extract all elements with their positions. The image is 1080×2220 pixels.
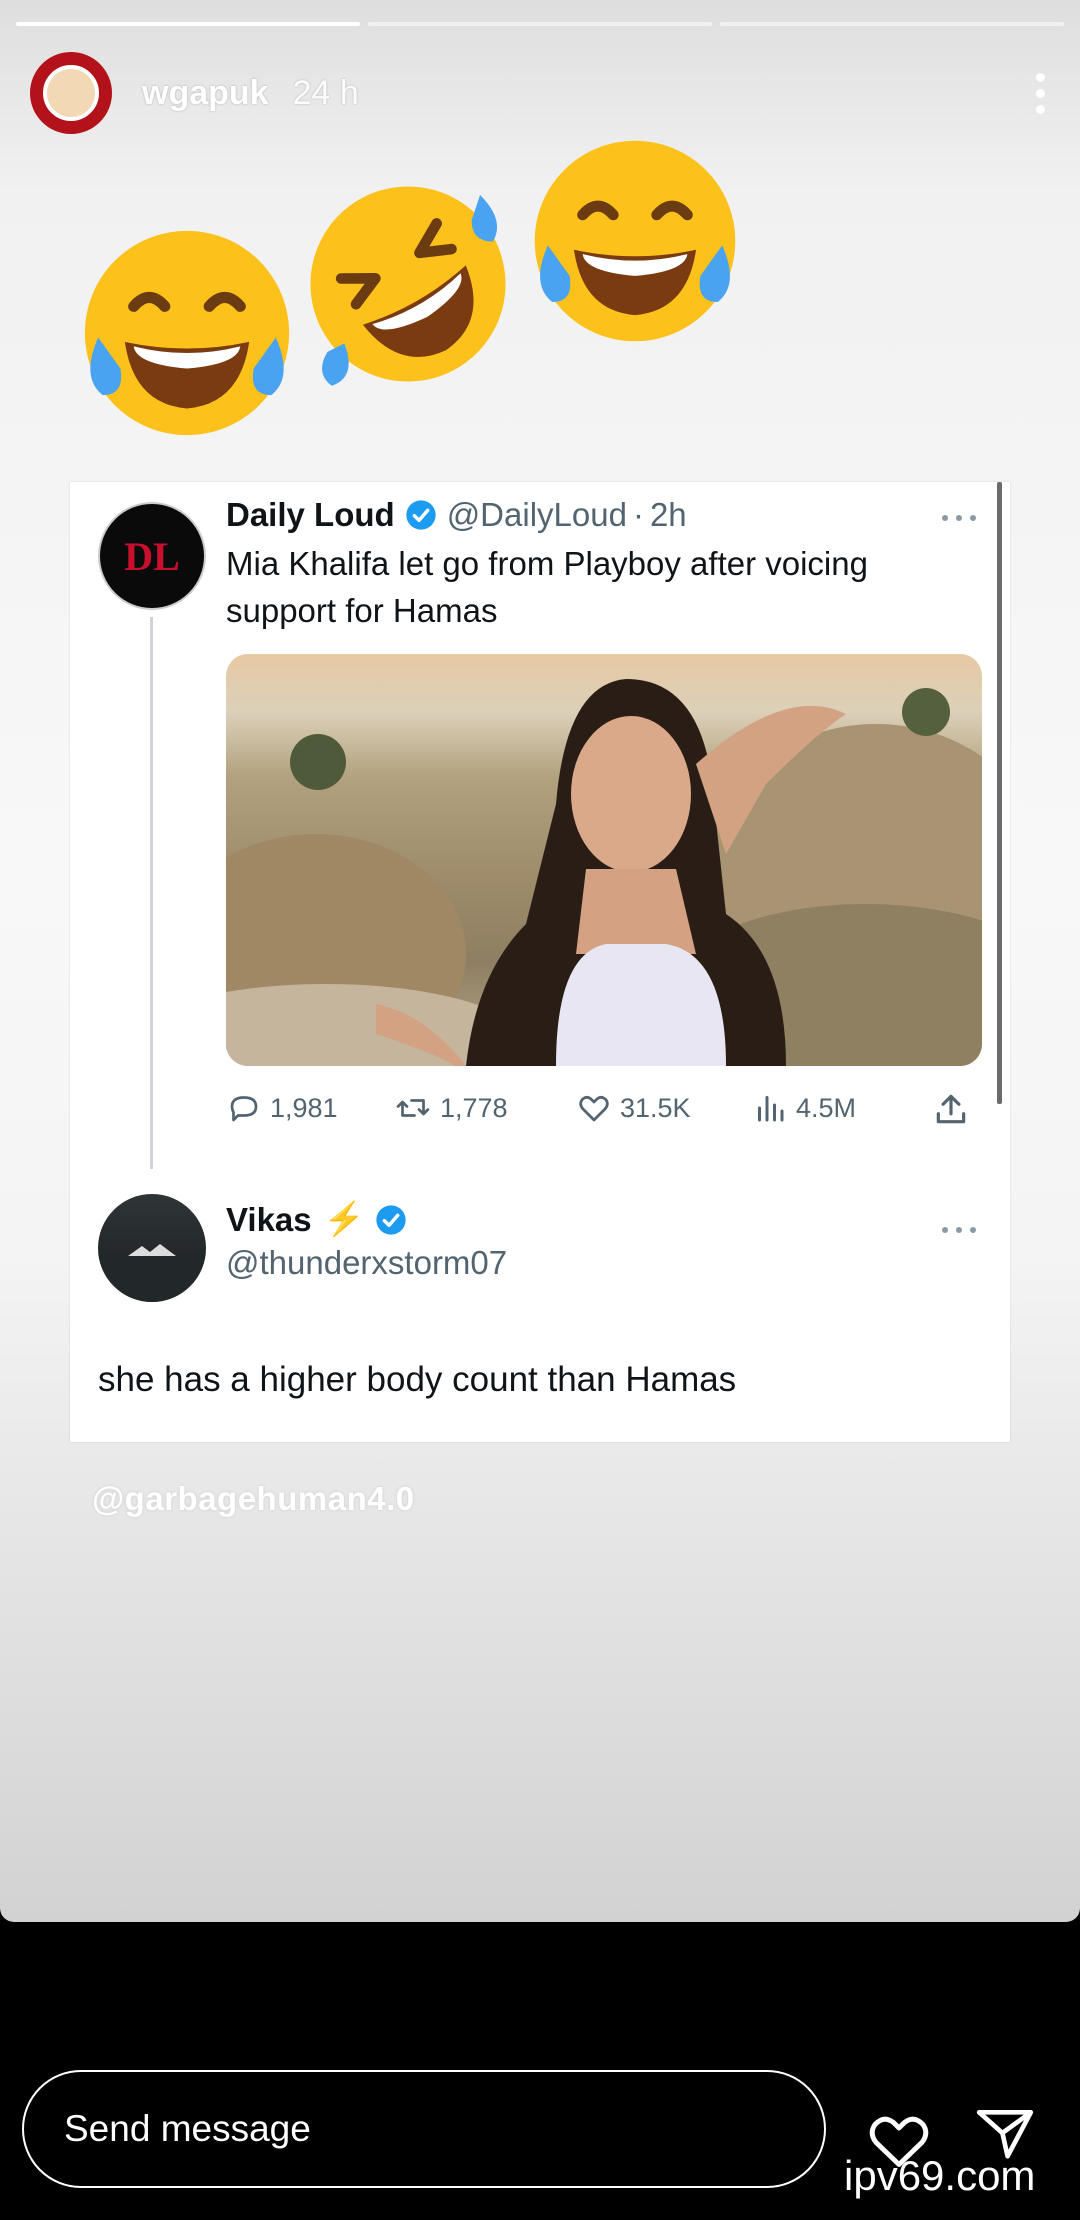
tweet-screenshot: DL Daily Loud @DailyLoud · 2h Mia Khalif… [70, 482, 1010, 1442]
reply-header: Vikas ⚡ [226, 1200, 417, 1239]
progress-segment [368, 22, 712, 26]
scrollbar [997, 482, 1002, 1104]
tweet-time: 2h [649, 496, 687, 533]
story-progress-bar [16, 22, 1064, 26]
reply-count: 1,981 [226, 1090, 338, 1126]
reply-icon [230, 1096, 258, 1122]
like-heart-icon [579, 1095, 609, 1122]
face-with-tears-of-joy-icon [534, 140, 736, 342]
vertical-ellipsis-icon[interactable] [1030, 72, 1050, 114]
retweet-icon [396, 1099, 430, 1117]
more-options-icon [942, 514, 976, 522]
view-count: 4.5M [752, 1090, 856, 1126]
like-count: 31.5K [576, 1090, 691, 1126]
lightning-emoji: ⚡ [323, 1200, 365, 1237]
retweet-count: 1,778 [394, 1090, 508, 1126]
tweet-text: Mia Khalifa let go from Playboy after vo… [226, 545, 868, 629]
share-upload-icon [932, 1090, 978, 1128]
reply-author-handle: @thunderxstorm07 [226, 1244, 508, 1281]
verified-badge-icon [376, 1204, 406, 1235]
mention-sticker[interactable]: @garbagehuman4.0 [92, 1480, 415, 1518]
rolling-on-the-floor-laughing-icon [310, 186, 506, 386]
vikas-avatar [98, 1194, 206, 1302]
tweet-author-name: Daily Loud [226, 496, 395, 533]
tweet-author-handle: @DailyLoud [446, 496, 627, 533]
emoji-stickers [0, 120, 1080, 450]
send-message-input[interactable]: Send message [22, 2070, 826, 2188]
face-with-tears-of-joy-icon [84, 230, 290, 436]
tweet-separator: · [632, 496, 644, 533]
tweet-actions: 1,981 1,778 31.5K 4.5M [226, 1090, 976, 1136]
story-time: 24 h [292, 73, 359, 112]
tweet-photo [226, 654, 982, 1066]
watermark-text: ipv69.com [844, 2152, 1036, 2199]
send-message-placeholder: Send message [64, 2108, 311, 2149]
more-options-icon [942, 1226, 976, 1234]
daily-loud-avatar: DL [98, 502, 206, 610]
views-chart-icon [758, 1096, 784, 1122]
story-card[interactable]: wgapuk 24 h DL Daily Loud @DailyLoud · 2… [0, 0, 1080, 1922]
reply-author-name: Vikas [226, 1200, 312, 1238]
verified-badge-icon [406, 500, 436, 530]
username[interactable]: wgapuk [142, 74, 269, 113]
progress-segment [16, 22, 360, 26]
progress-segment [720, 22, 1064, 26]
tweet-header: Daily Loud @DailyLoud · 2h [226, 496, 687, 534]
reply-text: she has a higher body count than Hamas [98, 1360, 737, 1399]
thread-line [150, 617, 153, 1169]
reply-bar: Send message ipv69.com [0, 2060, 1080, 2220]
